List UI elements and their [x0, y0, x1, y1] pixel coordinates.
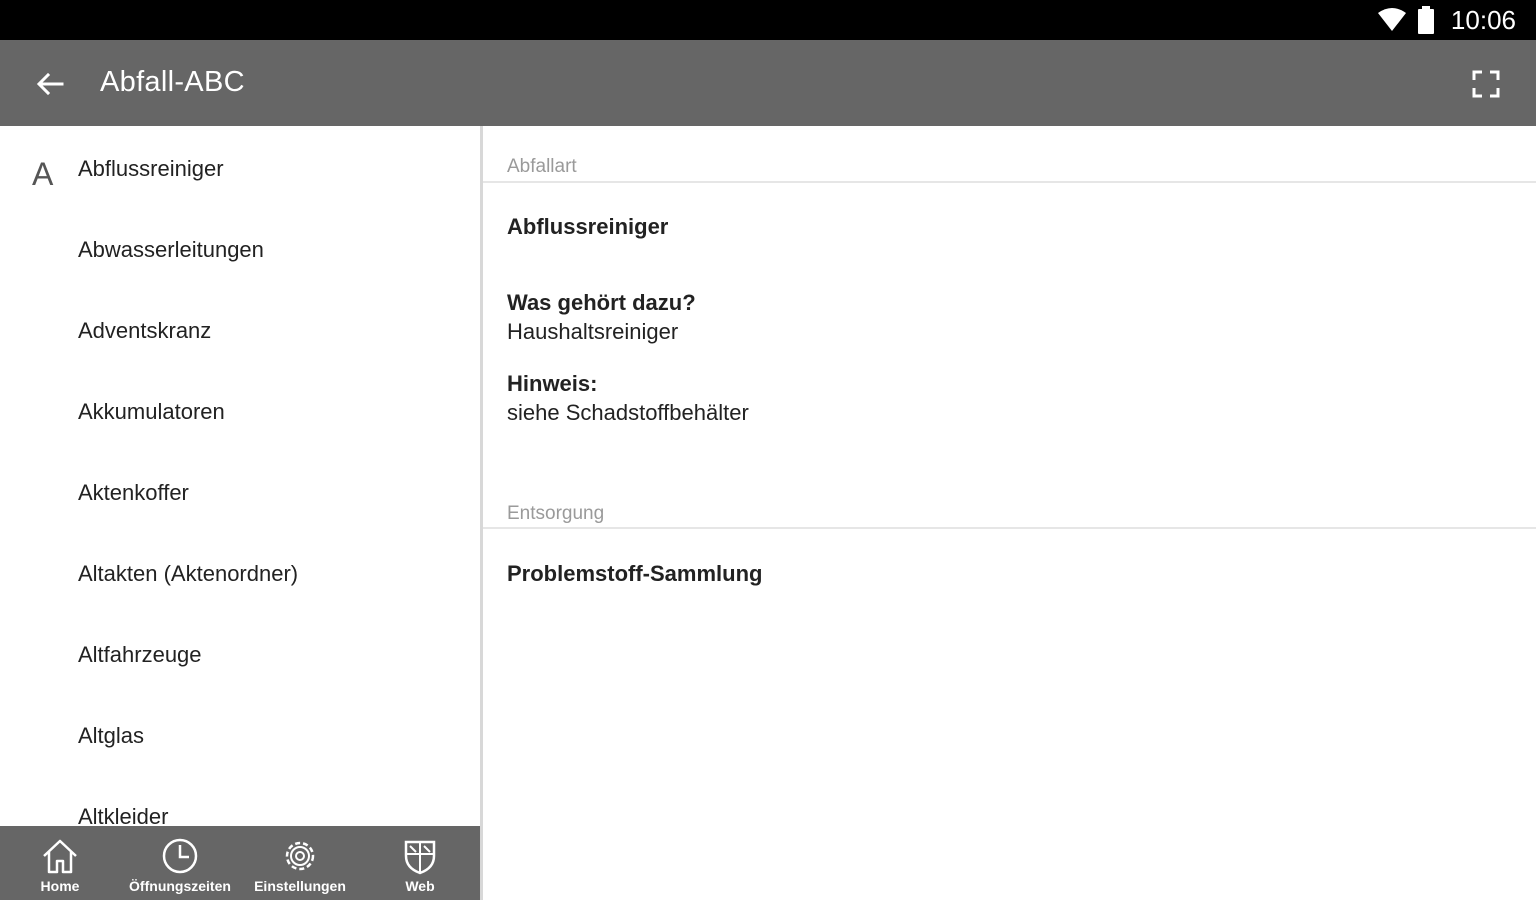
hint-label: Hinweis:	[507, 371, 598, 396]
list-item[interactable]: Altfahrzeuge	[78, 644, 468, 724]
contents-value: Haushaltsreiniger	[507, 319, 679, 344]
wifi-icon	[1377, 8, 1406, 31]
list-item[interactable]: Altakten (Aktenordner)	[78, 563, 468, 643]
hint-value: siehe Schadstoffbehälter	[507, 400, 749, 425]
status-bar: 10:06	[0, 0, 1536, 40]
section-letter: A	[32, 156, 54, 192]
nav-web[interactable]: Web	[360, 826, 480, 900]
back-button[interactable]	[32, 66, 68, 102]
home-icon	[43, 839, 77, 874]
arrow-left-icon	[36, 72, 64, 96]
bottom-navigation: Home Öffnungszeiten Einstellungen Web	[0, 826, 480, 900]
status-icons: 10:06	[1377, 0, 1516, 40]
app-toolbar: Abfall-ABC	[0, 40, 1536, 126]
nav-home[interactable]: Home	[0, 826, 120, 900]
shield-icon	[404, 840, 436, 875]
nav-web-label: Web	[405, 878, 435, 894]
nav-settings-label: Einstellungen	[254, 878, 346, 894]
disposal-value: Problemstoff-Sammlung	[507, 561, 763, 586]
item-list[interactable]: A Abflussreiniger Abwasserleitungen Adve…	[0, 126, 480, 826]
clock-icon	[162, 838, 198, 874]
nav-settings[interactable]: Einstellungen	[240, 826, 360, 900]
status-time: 10:06	[1450, 4, 1516, 35]
section-divider	[483, 181, 1536, 183]
list-item[interactable]: Aktenkoffer	[78, 482, 468, 562]
entsorgung-header: Entsorgung	[507, 503, 605, 524]
list-item[interactable]: Abflussreiniger	[78, 158, 468, 238]
contents-label: Was gehört dazu?	[507, 290, 696, 315]
nav-opening-hours-label: Öffnungszeiten	[129, 878, 231, 894]
page-title: Abfall-ABC	[100, 66, 245, 98]
nav-home-label: Home	[40, 878, 80, 894]
fullscreen-icon	[1472, 70, 1500, 98]
gear-icon	[285, 841, 315, 871]
list-item[interactable]: Altkleider	[78, 806, 468, 827]
battery-icon	[1417, 6, 1434, 34]
list-item[interactable]: Altglas	[78, 725, 468, 805]
list-item[interactable]: Abwasserleitungen	[78, 239, 468, 319]
fullscreen-button[interactable]	[1470, 68, 1502, 100]
item-name: Abflussreiniger	[507, 214, 669, 239]
detail-pane: Abfallart Abflussreiniger Was gehört daz…	[483, 126, 1536, 900]
nav-opening-hours[interactable]: Öffnungszeiten	[120, 826, 240, 900]
section-divider	[483, 527, 1536, 529]
abfallart-header: Abfallart	[507, 156, 577, 177]
list-item[interactable]: Akkumulatoren	[78, 401, 468, 481]
list-item[interactable]: Adventskranz	[78, 320, 468, 400]
